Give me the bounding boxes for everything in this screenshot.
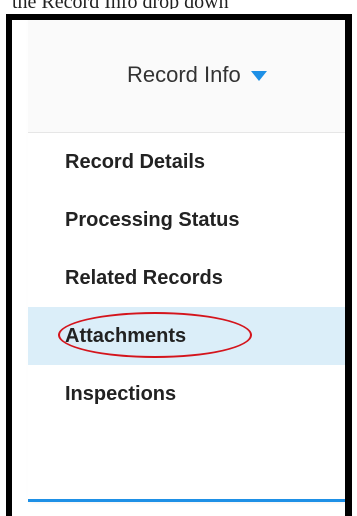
dropdown-bottom-accent xyxy=(28,499,345,502)
screenshot-stage: the Record Info drop down Record Info Re… xyxy=(0,0,357,516)
left-gutter xyxy=(12,20,26,516)
dropdown-header[interactable]: Record Info xyxy=(28,20,345,133)
caption-text: the Record Info drop down xyxy=(12,0,342,9)
screenshot-frame: Record Info Record Details Processing St… xyxy=(6,14,352,516)
menu-item-record-details[interactable]: Record Details xyxy=(28,133,345,191)
menu-item-attachments[interactable]: Attachments xyxy=(28,307,345,365)
menu-item-label: Related Records xyxy=(65,266,223,289)
dropdown-toggle[interactable]: Record Info xyxy=(127,62,267,88)
menu-item-related-records[interactable]: Related Records xyxy=(28,249,345,307)
menu-item-processing-status[interactable]: Processing Status xyxy=(28,191,345,249)
menu-item-label: Attachments xyxy=(65,324,187,347)
dropdown-menu-list: Record Details Processing Status Related… xyxy=(28,133,345,423)
menu-item-label: Inspections xyxy=(65,382,177,405)
menu-item-label: Record Details xyxy=(65,150,206,173)
caret-down-icon xyxy=(250,71,267,81)
record-info-dropdown: Record Info Record Details Processing St… xyxy=(28,20,345,502)
menu-item-inspections[interactable]: Inspections xyxy=(28,365,345,423)
menu-item-label: Processing Status xyxy=(65,208,240,231)
dropdown-header-label: Record Info xyxy=(127,62,241,87)
